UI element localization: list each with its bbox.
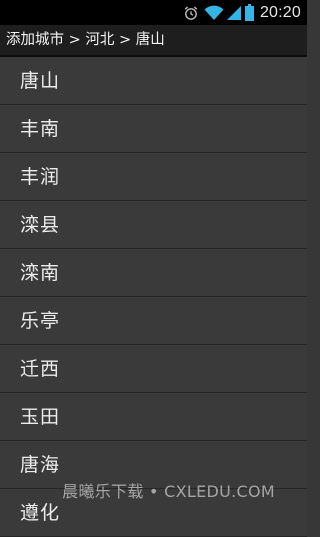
list-item[interactable]: 唐山	[0, 57, 307, 105]
title-bar: 添加城市 > 河北 > 唐山	[0, 25, 307, 57]
list-item[interactable]: 丰南	[0, 105, 307, 153]
list-item-label: 唐海	[20, 454, 61, 476]
list-item-label: 丰南	[20, 118, 61, 140]
breadcrumb: 添加城市 > 河北 > 唐山	[6, 32, 165, 48]
list-item-label: 遵化	[20, 502, 61, 524]
status-bar: 20:20	[0, 0, 307, 25]
battery-icon	[244, 4, 254, 21]
list-item-label: 丰润	[20, 166, 61, 188]
list-item-label: 迁西	[20, 358, 61, 380]
list-item[interactable]: 丰润	[0, 153, 307, 201]
signal-icon	[226, 5, 242, 21]
list-item-label: 滦县	[20, 214, 61, 236]
list-item-label: 乐亭	[20, 310, 61, 332]
wifi-icon	[204, 5, 224, 21]
list-item-label: 玉田	[20, 406, 61, 428]
list-item[interactable]: 乐亭	[0, 297, 307, 345]
list-item[interactable]: 迁西	[0, 345, 307, 393]
list-item-label: 滦南	[20, 262, 61, 284]
alarm-icon	[183, 5, 199, 21]
list-item[interactable]: 滦南	[0, 249, 307, 297]
watermark: 晨曦乐下载 • CXLEDU.COM	[62, 482, 275, 501]
status-time: 20:20	[259, 3, 301, 21]
list-item-label: 唐山	[20, 70, 61, 92]
status-icons: 20:20	[183, 0, 307, 25]
list-item[interactable]: 滦县	[0, 201, 307, 249]
city-list: 唐山 丰南 丰润 滦县 滦南 乐亭 迁西 玉田 唐海 遵化	[0, 57, 307, 537]
list-item[interactable]: 玉田	[0, 393, 307, 441]
